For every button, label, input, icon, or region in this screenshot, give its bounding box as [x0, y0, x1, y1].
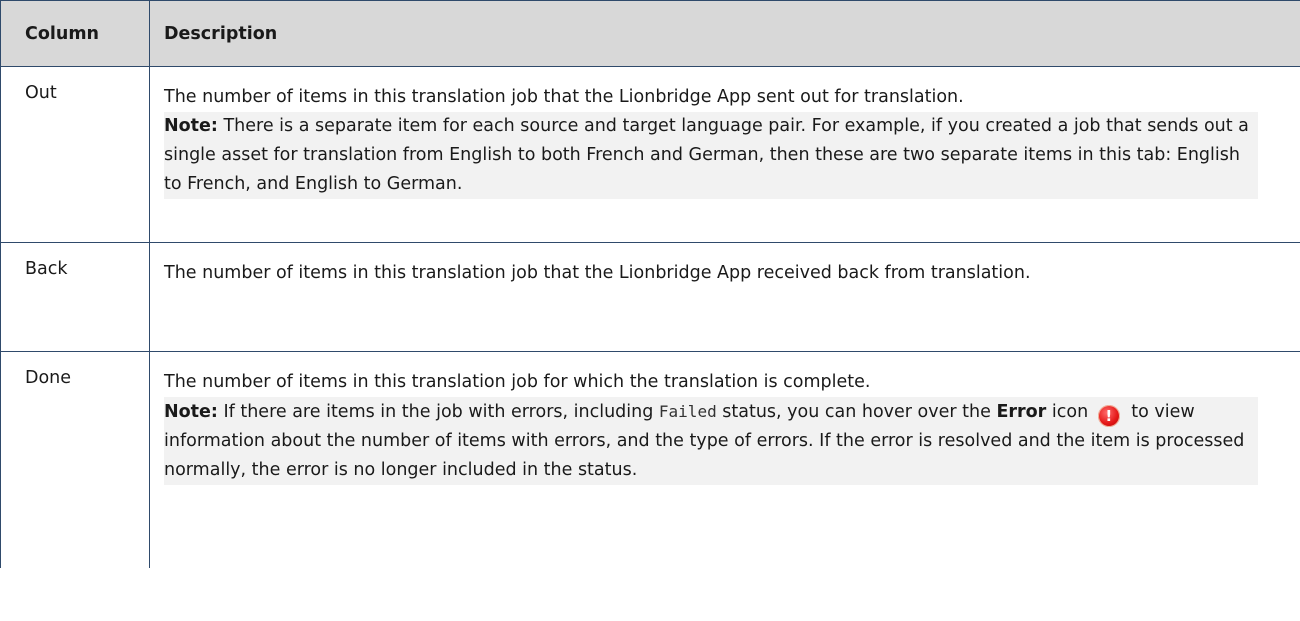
header-row: Column Description: [0, 0, 1300, 67]
out-description-text: The number of items in this translation …: [164, 87, 964, 107]
table-row-out: Out The number of items in this translat…: [0, 66, 1300, 243]
row-name-out: Out: [0, 66, 150, 243]
table-row-back: Back The number of items in this transla…: [0, 242, 1300, 352]
failed-status-code: Failed: [658, 402, 717, 421]
table-row-done: Done The number of items in this transla…: [0, 351, 1300, 568]
done-note-part1: If there are items in the job with error…: [217, 402, 659, 422]
done-note-part2: status, you can hover over the: [716, 402, 997, 422]
row-description-done: The number of items in this translation …: [149, 351, 1300, 568]
done-description-text: The number of items in this translation …: [164, 372, 871, 392]
column-header: Column: [0, 0, 150, 67]
row-name-done: Done: [0, 351, 150, 568]
out-note-text: There is a separate item for each source…: [164, 116, 1249, 194]
back-description-text: The number of items in this translation …: [164, 263, 1031, 283]
row-description-back: The number of items in this translation …: [149, 242, 1300, 352]
table-header: Column Description: [0, 0, 1300, 67]
done-note-label: Note:: [164, 402, 218, 422]
out-note: Note: There is a separate item for each …: [164, 112, 1258, 199]
row-name-back: Back: [0, 242, 150, 352]
error-icon: !: [1097, 405, 1120, 427]
done-note-part3: icon: [1046, 402, 1094, 422]
out-note-label: Note:: [164, 116, 218, 136]
description-header: Description: [149, 0, 1300, 67]
done-note: Note: If there are items in the job with…: [164, 397, 1258, 485]
column-description-table: Column Description Out The number of ite…: [0, 0, 1300, 568]
error-label: Error: [996, 402, 1047, 422]
row-description-out: The number of items in this translation …: [149, 66, 1300, 243]
